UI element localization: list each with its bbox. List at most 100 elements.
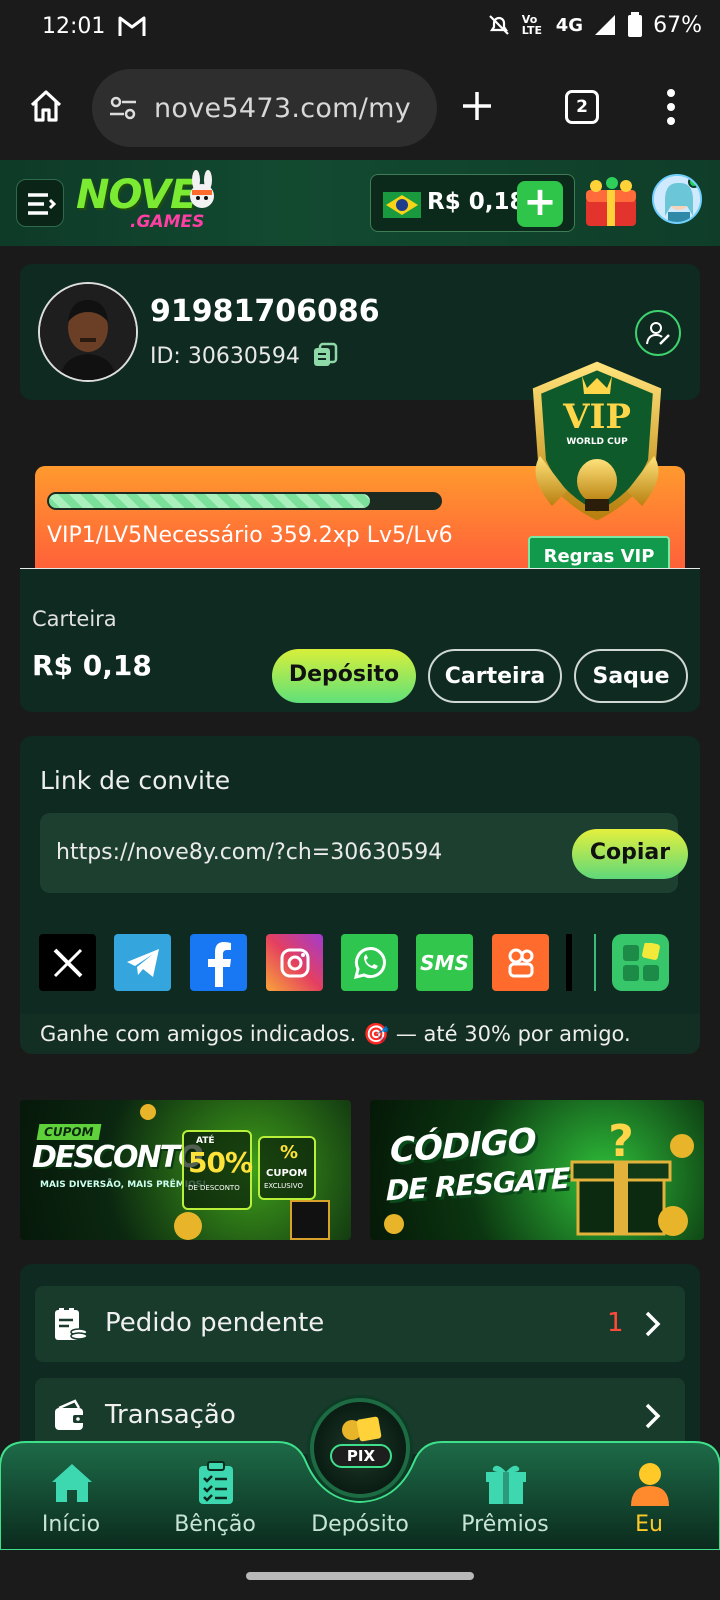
share-x-button[interactable] [39, 934, 96, 991]
whatsapp-icon [353, 946, 386, 979]
gift-box-icon [290, 1200, 330, 1240]
vip-badge-subtext: WORLD CUP [566, 437, 628, 447]
copy-id-icon[interactable] [312, 342, 338, 368]
pix-deposit-button[interactable]: PIX [310, 1398, 410, 1498]
nav-label: Bênção [174, 1512, 256, 1537]
menu-button[interactable] [16, 179, 64, 227]
share-divider [594, 934, 596, 991]
home-icon[interactable] [28, 88, 64, 124]
nav-blessing[interactable]: Bênção [160, 1440, 270, 1550]
tab-switcher-button[interactable]: 2 [565, 90, 599, 124]
address-bar[interactable]: nove5473.com/my [92, 69, 437, 147]
redeem-code-banner[interactable]: CÓDIGO DE RESGATE ? [370, 1100, 704, 1240]
menu-item-label: Transação [105, 1400, 236, 1430]
wallet-button[interactable]: Carteira [428, 649, 562, 703]
nav-label: Prêmios [461, 1512, 549, 1537]
invite-card: Link de convite https://nove8y.com/?ch=3… [20, 736, 700, 1054]
chevron-right-icon [645, 1403, 661, 1429]
banner-desconto-title: DESCONTO [32, 1140, 204, 1175]
treasure-chest-icon[interactable] [582, 176, 640, 228]
profile-username: 91981706086 [150, 294, 380, 329]
bottom-navigation: Início Bênção Depósito PIX Prêmios Eu [0, 1398, 720, 1550]
x-icon [53, 948, 82, 977]
kwai-icon [508, 948, 533, 977]
share-telegram-button[interactable] [114, 934, 171, 991]
wallet-card: Carteira R$ 0,18 Depósito Carteira Saque [20, 568, 700, 712]
nav-prizes[interactable]: Prêmios [450, 1440, 560, 1550]
chevron-right-icon [645, 1311, 661, 1337]
system-gesture-bar [0, 1550, 720, 1600]
banner-de-desconto: DE DESCONTO [188, 1184, 240, 1192]
vip-badge-icon: VIP WORLD CUP [532, 361, 662, 521]
online-indicator [688, 176, 700, 188]
volte-icon: Vo LTE [521, 13, 542, 37]
sms-label: SMS [420, 950, 469, 975]
facebook-icon [207, 941, 231, 987]
battery-level: 67% [653, 12, 702, 38]
pending-count-badge: 1 [607, 1308, 624, 1338]
edit-profile-button[interactable] [635, 310, 681, 356]
nav-me[interactable]: Eu [594, 1440, 704, 1550]
banner-percent-card: ATÉ 50% DE DESCONTO [182, 1130, 253, 1210]
wallet-title: Carteira [32, 607, 117, 631]
svg-text:?: ? [608, 1116, 634, 1167]
browser-toolbar: nove5473.com/my 2 [0, 55, 720, 160]
banner-codigo: CÓDIGO [390, 1120, 536, 1172]
deposit-button[interactable]: Depósito [272, 649, 416, 703]
status-bar: 12:01 Vo LTE 4G 67% [0, 0, 720, 55]
gmail-icon [118, 16, 146, 36]
withdraw-button[interactable]: Saque [574, 649, 688, 703]
vip-badge-text: VIP [562, 397, 631, 437]
header-balance[interactable]: R$ 0,18 + [370, 174, 575, 232]
network-label: 4G [555, 14, 584, 36]
user-icon [631, 1463, 669, 1506]
profile-picture[interactable] [38, 282, 138, 382]
banner-cupom-label: CUPOM [36, 1124, 101, 1140]
user-edit-icon [646, 322, 670, 345]
invite-link-box: https://nove8y.com/?ch=30630594 Copiar [40, 813, 688, 893]
nav-home[interactable]: Início [16, 1440, 126, 1550]
copy-link-button[interactable]: Copiar [572, 829, 688, 879]
nav-label: Depósito [311, 1512, 409, 1537]
app-header: NOVE .GAMES R$ 0,18 + [0, 160, 720, 246]
signal-icon [595, 15, 616, 35]
site-settings-icon[interactable] [108, 93, 138, 123]
coin-icon [174, 1212, 202, 1240]
invite-title: Link de convite [40, 766, 231, 795]
share-more-button[interactable] [612, 934, 669, 991]
banner-percent-icon: % [280, 1142, 299, 1163]
gift-icon [486, 1465, 526, 1504]
home-gesture-handle[interactable] [246, 1572, 474, 1580]
share-instagram-button[interactable] [266, 934, 323, 991]
vip-progress-bar [47, 492, 442, 510]
coin-icon [140, 1104, 156, 1120]
url-text: nove5473.com/my [154, 93, 412, 124]
banner-cupom2: CUPOM [266, 1168, 308, 1179]
invite-link[interactable]: https://nove8y.com/?ch=30630594 [56, 840, 442, 865]
menu-item-pending-order[interactable]: Pedido pendente 1 [35, 1286, 685, 1362]
discount-coupon-banner[interactable]: CUPOM DESCONTO MAIS DIVERSÃO, MAIS PRÊMI… [20, 1100, 351, 1240]
status-time: 12:01 [42, 14, 106, 39]
hamburger-icon [28, 193, 56, 215]
add-funds-button[interactable]: + [517, 181, 563, 227]
more-menu-icon[interactable] [665, 87, 677, 127]
menu-item-label: Pedido pendente [105, 1308, 325, 1338]
share-sms-button[interactable]: SMS [416, 934, 473, 991]
invite-note: Ganhe com amigos indicados. 🎯 — até 30% … [20, 1014, 700, 1054]
telegram-icon [126, 948, 159, 977]
instagram-icon [280, 948, 309, 977]
logo-games: .GAMES [130, 212, 205, 232]
pending-order-icon [55, 1308, 87, 1340]
pix-label: PIX [330, 1444, 392, 1468]
share-facebook-button[interactable] [190, 934, 247, 991]
header-balance-amount: R$ 0,18 [427, 189, 526, 215]
new-tab-icon[interactable] [460, 89, 494, 123]
battery-icon [628, 12, 643, 37]
user-avatar[interactable] [652, 174, 702, 224]
vip-progress-text: VIP1/LV5Necessário 359.2xp Lv5/Lv6 [47, 523, 453, 548]
coin-icon [658, 1206, 688, 1236]
pix-coin-icon [342, 1416, 382, 1442]
vip-progress-fill [49, 494, 370, 508]
share-kwai-button[interactable] [492, 934, 549, 991]
share-whatsapp-button[interactable] [341, 934, 398, 991]
